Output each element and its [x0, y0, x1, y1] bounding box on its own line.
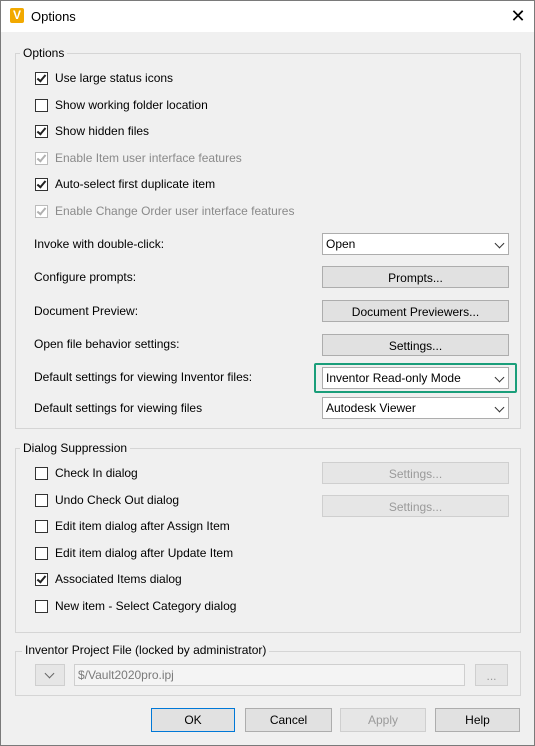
- checkbox-label: Use large status icons: [55, 71, 174, 85]
- checkbox-icon[interactable]: [35, 98, 48, 112]
- checkbox-undo-check-out-dialog[interactable]: Undo Check Out dialog: [35, 492, 179, 508]
- apply-button: Apply: [340, 708, 426, 732]
- checkbox-label: Edit item dialog after Assign Item: [55, 519, 230, 533]
- checkbox-use-large-status-icons[interactable]: Use large status icons: [35, 70, 173, 86]
- browse-project-button: ...: [475, 664, 508, 686]
- checkbox-label: Show working folder location: [55, 98, 208, 112]
- checkbox-label: Enable Change Order user interface featu…: [55, 204, 295, 218]
- checkbox-associated-items-dialog[interactable]: Associated Items dialog: [35, 571, 182, 587]
- window-title: Options: [31, 9, 76, 24]
- checkbox-auto-select-duplicate[interactable]: Auto-select first duplicate item: [35, 176, 215, 192]
- ok-button[interactable]: OK: [151, 708, 235, 732]
- open-behavior-settings-button[interactable]: Settings...: [322, 334, 509, 356]
- cancel-button[interactable]: Cancel: [245, 708, 332, 732]
- checkbox-label: New item - Select Category dialog: [55, 599, 237, 613]
- project-path-field: $/Vault2020pro.ipj: [74, 664, 465, 686]
- inventor-project-label: Inventor Project File (locked by adminis…: [22, 643, 270, 657]
- inventor-view-label: Default settings for viewing Inventor fi…: [34, 370, 253, 384]
- checkbox-icon: [35, 204, 48, 218]
- title-bar[interactable]: V Options ✕: [1, 1, 534, 32]
- document-preview-label: Document Preview:: [34, 304, 139, 318]
- checkbox-icon[interactable]: [35, 519, 48, 533]
- checkbox-label: Undo Check Out dialog: [55, 493, 180, 507]
- checkbox-label: Show hidden files: [55, 124, 150, 138]
- checkbox-icon[interactable]: [35, 599, 48, 613]
- prompts-label: Configure prompts:: [34, 270, 137, 284]
- checkbox-edit-item-after-assign[interactable]: Edit item dialog after Assign Item: [35, 518, 230, 534]
- checkbox-icon[interactable]: [35, 177, 48, 191]
- checkbox-label: Enable Item user interface features: [55, 151, 242, 165]
- options-dialog: V Options ✕ Options Use large status ico…: [0, 0, 535, 746]
- invoke-value: Open: [326, 237, 356, 251]
- checkbox-label: Associated Items dialog: [55, 572, 182, 586]
- checkbox-enable-item-ui: Enable Item user interface features: [35, 150, 242, 166]
- undo-check-out-settings-button: Settings...: [322, 495, 509, 517]
- checkbox-icon[interactable]: [35, 572, 48, 586]
- inventor-view-value: Inventor Read-only Mode: [326, 371, 461, 385]
- checkbox-enable-change-order-ui: Enable Change Order user interface featu…: [35, 203, 294, 219]
- checkbox-new-item-select-category[interactable]: New item - Select Category dialog: [35, 598, 236, 614]
- checkbox-edit-item-after-update[interactable]: Edit item dialog after Update Item: [35, 545, 233, 561]
- chevron-down-icon: [44, 668, 55, 679]
- chevron-down-icon: [494, 372, 505, 383]
- checkbox-icon[interactable]: [35, 71, 48, 85]
- options-group-label: Options: [20, 46, 68, 60]
- help-button[interactable]: Help: [435, 708, 520, 732]
- invoke-dropdown[interactable]: Open: [322, 233, 509, 255]
- project-dropdown-button: [35, 664, 65, 686]
- open-behavior-label: Open file behavior settings:: [34, 337, 180, 351]
- checkbox-icon[interactable]: [35, 124, 48, 138]
- checkbox-show-working-folder[interactable]: Show working folder location: [35, 97, 208, 113]
- checkbox-label: Edit item dialog after Update Item: [55, 546, 234, 560]
- prompts-button[interactable]: Prompts...: [322, 266, 509, 288]
- chevron-down-icon: [494, 402, 505, 413]
- checkbox-label: Auto-select first duplicate item: [55, 177, 216, 191]
- checkbox-icon: [35, 151, 48, 165]
- checkbox-icon[interactable]: [35, 466, 48, 480]
- files-view-value: Autodesk Viewer: [326, 401, 416, 415]
- chevron-down-icon: [494, 238, 505, 249]
- checkbox-show-hidden-files[interactable]: Show hidden files: [35, 123, 149, 139]
- checkbox-label: Check In dialog: [55, 466, 138, 480]
- inventor-view-dropdown[interactable]: Inventor Read-only Mode: [322, 367, 509, 389]
- checkbox-icon[interactable]: [35, 546, 48, 560]
- close-icon[interactable]: ✕: [501, 2, 535, 31]
- dialog-suppression-label: Dialog Suppression: [20, 441, 131, 455]
- check-in-settings-button: Settings...: [322, 462, 509, 484]
- files-view-label: Default settings for viewing files: [34, 401, 203, 415]
- vault-app-icon: V: [10, 8, 24, 23]
- invoke-label: Invoke with double-click:: [34, 237, 165, 251]
- checkbox-check-in-dialog[interactable]: Check In dialog: [35, 465, 138, 481]
- document-previewers-button[interactable]: Document Previewers...: [322, 300, 509, 322]
- checkbox-icon[interactable]: [35, 493, 48, 507]
- files-view-dropdown[interactable]: Autodesk Viewer: [322, 397, 509, 419]
